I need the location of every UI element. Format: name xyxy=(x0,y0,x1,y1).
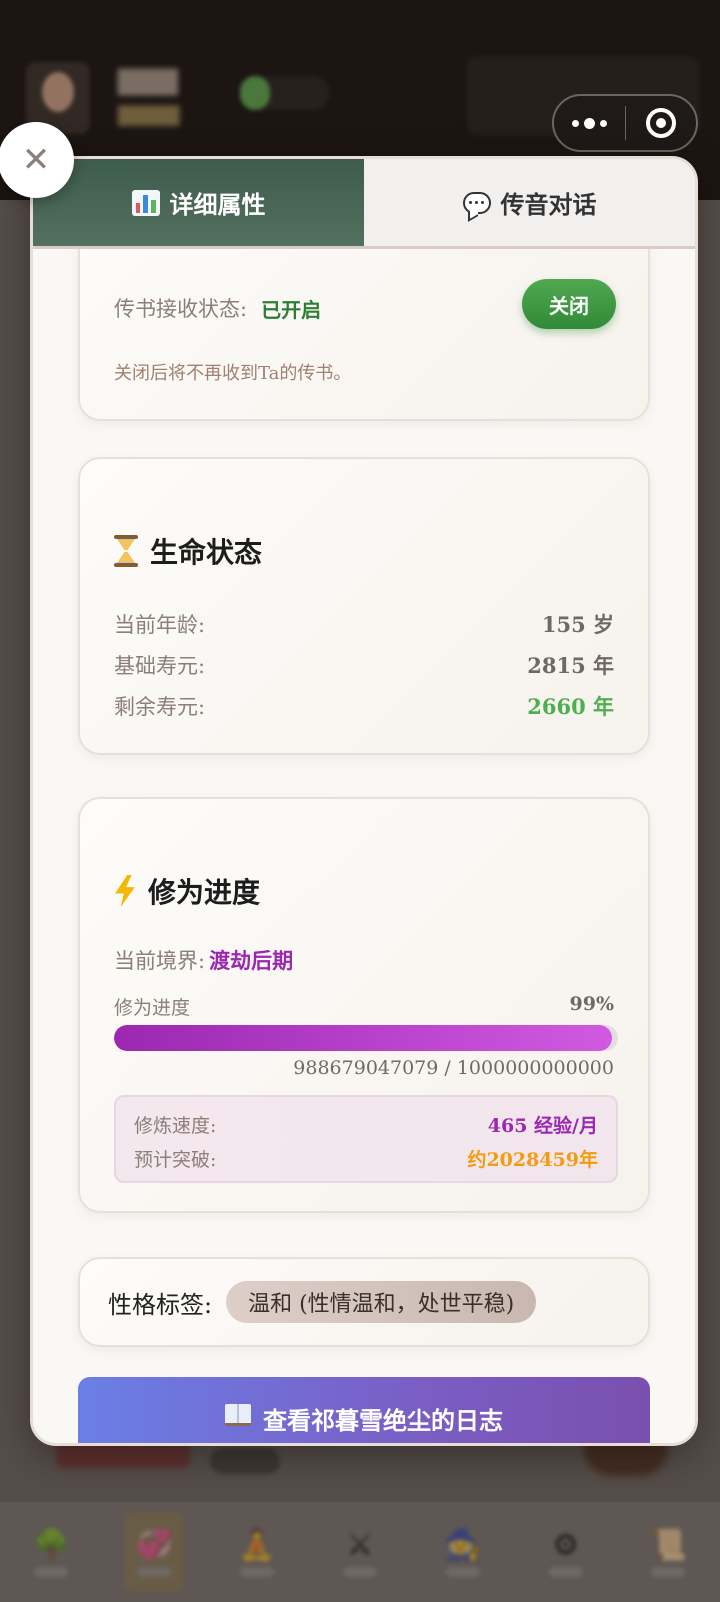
close-icon: ✕ xyxy=(21,140,51,180)
base-lifespan-label: 基础寿元: xyxy=(114,654,206,678)
cultivation-heading: 修为进度 xyxy=(148,876,261,909)
book-icon xyxy=(225,1404,251,1426)
remaining-lifespan-row: 剩余寿元: 2660 年 xyxy=(114,691,614,721)
breakthrough-row: 预计突破: 约2028459年 xyxy=(134,1145,598,1172)
speed-label: 修炼速度: xyxy=(134,1115,217,1137)
modal-scroll-content[interactable]: 传书接收状态: 已开启 关闭 关闭后将不再收到Ta的传书。 生命状态 当前年龄:… xyxy=(33,249,695,1443)
life-status-title: 生命状态 xyxy=(114,531,262,571)
cultivation-progress-card: 修为进度 当前境界: 渡劫后期 修为进度 99% 988679047079 / 1… xyxy=(78,797,650,1213)
progress-bar xyxy=(114,1025,618,1051)
personality-label: 性格标签: xyxy=(108,1290,213,1319)
disable-inbox-button[interactable]: 关闭 xyxy=(522,279,616,329)
miniprogram-capsule xyxy=(552,94,698,152)
personality-card: 性格标签: 温和 (性情温和，处世平稳) xyxy=(78,1257,650,1347)
breakthrough-label: 预计突破: xyxy=(134,1149,217,1171)
remaining-lifespan-label: 剩余寿元: xyxy=(114,695,206,719)
progress-label: 修为进度 xyxy=(114,997,191,1019)
close-modal-button[interactable]: ✕ xyxy=(0,122,74,198)
speech-bubble-icon xyxy=(462,191,491,214)
tab-label: 传音对话 xyxy=(500,191,597,219)
inbox-status-label: 传书接收状态: xyxy=(114,297,248,321)
progress-numbers: 988679047079 / 1000000000000 xyxy=(293,1057,614,1079)
base-lifespan-row: 基础寿元: 2815 年 xyxy=(114,650,614,680)
progress-bar-fill xyxy=(114,1025,613,1051)
progress-header: 修为进度 99% xyxy=(114,993,614,1020)
speed-value: 465 经验/月 xyxy=(487,1115,598,1137)
inbox-status-value: 已开启 xyxy=(261,297,322,322)
more-menu-button[interactable] xyxy=(554,96,625,150)
realm-value: 渡劫后期 xyxy=(209,948,294,973)
life-status-heading: 生命状态 xyxy=(150,536,263,569)
age-label: 当前年龄: xyxy=(114,613,206,637)
personality-tag: 温和 (性情温和，处世平稳) xyxy=(226,1281,537,1323)
exit-miniprogram-button[interactable] xyxy=(626,96,697,150)
lightning-icon xyxy=(114,875,136,907)
hourglass-icon xyxy=(114,535,138,567)
progress-percent: 99% xyxy=(569,993,615,1015)
speed-row: 修炼速度: 465 经验/月 xyxy=(134,1111,598,1138)
breakthrough-value: 约2028459年 xyxy=(467,1149,598,1171)
age-row: 当前年龄: 155 岁 xyxy=(114,609,614,639)
tab-label: 详细属性 xyxy=(169,191,266,219)
cultivation-title: 修为进度 xyxy=(114,871,260,911)
base-lifespan-value: 2815 年 xyxy=(527,653,614,678)
tab-chat[interactable]: 传音对话 xyxy=(364,159,695,249)
remaining-lifespan-value: 2660 年 xyxy=(527,694,614,719)
tab-details[interactable]: 详细属性 xyxy=(33,159,364,249)
cultivation-speed-box: 修炼速度: 465 经验/月 预计突破: 约2028459年 xyxy=(114,1095,618,1183)
life-status-card: 生命状态 当前年龄: 155 岁 基础寿元: 2815 年 剩余寿元: 2660… xyxy=(78,457,650,755)
view-log-button[interactable]: 查看祁暮雪绝尘的日志 xyxy=(78,1377,650,1443)
modal-tabs: 详细属性 传音对话 xyxy=(33,159,695,249)
realm-label: 当前境界: xyxy=(114,949,206,973)
message-inbox-card: 传书接收状态: 已开启 关闭 关闭后将不再收到Ta的传书。 xyxy=(78,249,650,421)
inbox-status-row: 传书接收状态: 已开启 xyxy=(114,293,321,323)
age-value: 155 岁 xyxy=(541,612,614,637)
more-dots-icon xyxy=(571,117,607,129)
bar-chart-icon xyxy=(131,189,160,216)
realm-row: 当前境界: 渡劫后期 xyxy=(114,945,293,975)
view-log-label: 查看祁暮雪绝尘的日志 xyxy=(263,1407,503,1435)
target-circle-icon xyxy=(645,108,676,138)
inbox-hint-text: 关闭后将不再收到Ta的传书。 xyxy=(114,363,352,384)
character-detail-modal: 详细属性 传音对话 传书接收状态: 已开启 关闭 关闭后将不再收到Ta的传书。 xyxy=(30,156,698,1446)
